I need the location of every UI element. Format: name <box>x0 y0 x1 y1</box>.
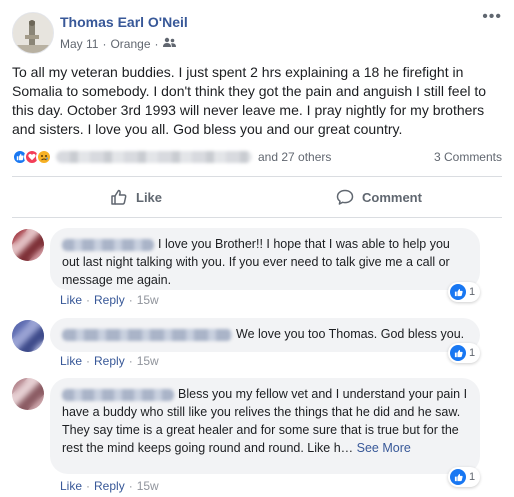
comment-like-link[interactable]: Like <box>60 293 82 307</box>
author-avatar[interactable] <box>12 12 54 54</box>
comment-bubble: We love you too Thomas. God bless you. <box>50 318 480 352</box>
comment-reply-link[interactable]: Reply <box>94 479 125 493</box>
like-label: Like <box>136 189 163 205</box>
like-button[interactable]: Like <box>110 184 162 210</box>
comment-reply-link[interactable]: Reply <box>94 354 125 368</box>
facebook-post: Thomas Earl O'Neil May 11 · Orange · •••… <box>0 0 514 497</box>
comment-reaction-badge[interactable]: 1 <box>448 467 481 487</box>
comment-button[interactable]: Comment <box>336 184 422 210</box>
commenter-avatar[interactable] <box>12 378 44 410</box>
comment-timestamp[interactable]: 15w <box>137 354 159 368</box>
comment-timestamp[interactable]: 15w <box>137 293 159 307</box>
action-separator: · <box>86 479 91 493</box>
action-separator: · <box>86 293 91 307</box>
comment-like-link[interactable]: Like <box>60 354 82 368</box>
reaction-others-count[interactable]: and 27 others <box>258 150 331 164</box>
commenter-name-blurred[interactable] <box>62 388 174 401</box>
comment-reply-link[interactable]: Reply <box>94 293 125 307</box>
sad-reaction-icon <box>36 149 52 165</box>
comment-icon <box>336 189 354 205</box>
post-meta: May 11 · Orange · <box>60 37 176 51</box>
action-separator: · <box>128 293 133 307</box>
reaction-count: 1 <box>469 471 476 483</box>
comment-actions: Like · Reply · 15w <box>60 479 159 493</box>
commenter-name-blurred[interactable] <box>62 328 232 341</box>
action-separator: · <box>86 354 91 368</box>
author-name[interactable]: Thomas Earl O'Neil <box>60 14 188 30</box>
comment-timestamp[interactable]: 15w <box>137 479 159 493</box>
commenter-avatar[interactable] <box>12 229 44 261</box>
comment-like-link[interactable]: Like <box>60 479 82 493</box>
reaction-icons[interactable] <box>12 149 52 165</box>
see-more-link[interactable]: See More <box>357 441 411 455</box>
comment-actions: Like · Reply · 15w <box>60 354 159 368</box>
divider <box>12 217 502 218</box>
reaction-count: 1 <box>469 286 476 298</box>
comment-reaction-badge[interactable]: 1 <box>448 343 481 363</box>
post-location[interactable]: Orange <box>110 37 150 51</box>
friends-icon[interactable] <box>162 37 176 51</box>
thumbs-up-icon <box>111 189 127 205</box>
action-separator: · <box>128 479 133 493</box>
action-separator: · <box>128 354 133 368</box>
reactor-names-blurred[interactable] <box>56 151 252 163</box>
meta-separator: · <box>154 37 159 51</box>
comment-label: Comment <box>362 189 422 205</box>
reactions-summary: and 27 others 3 Comments <box>12 146 502 168</box>
divider <box>12 176 502 177</box>
commenter-name-blurred[interactable] <box>62 238 154 251</box>
like-reaction-icon <box>450 345 466 361</box>
comment-text: We love you too Thomas. God bless you. <box>236 327 465 341</box>
meta-separator: · <box>102 37 107 51</box>
comment-reaction-badge[interactable]: 1 <box>448 282 481 302</box>
more-options-icon[interactable]: ••• <box>482 9 502 25</box>
comments-count[interactable]: 3 Comments <box>434 150 502 164</box>
comment-bubble: I love you Brother!! I hope that I was a… <box>50 228 480 290</box>
comment-bubble: Bless you my fellow vet and I understand… <box>50 378 480 474</box>
avatar-photo <box>13 13 53 53</box>
reaction-count: 1 <box>469 347 476 359</box>
commenter-avatar[interactable] <box>12 320 44 352</box>
post-date[interactable]: May 11 <box>60 37 98 51</box>
comment-actions: Like · Reply · 15w <box>60 293 159 307</box>
post-body: To all my veteran buddies. I just spent … <box>12 64 487 137</box>
like-reaction-icon <box>450 469 466 485</box>
like-reaction-icon <box>450 284 466 300</box>
